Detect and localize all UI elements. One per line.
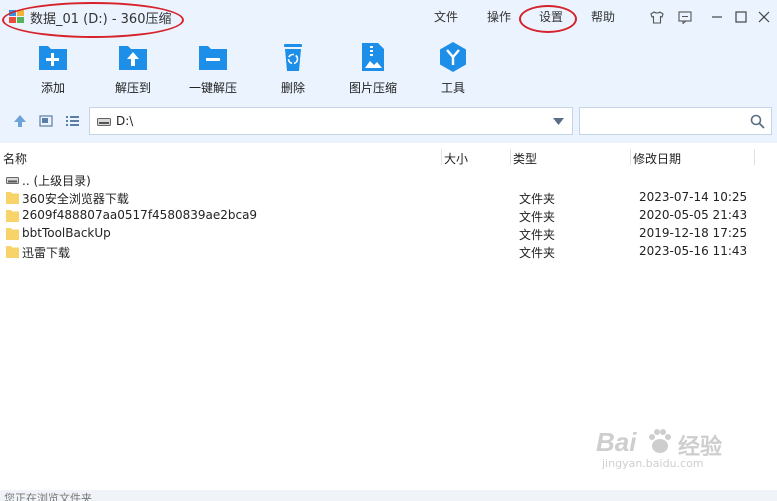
one-click-extract-button[interactable]: 一键解压 bbox=[177, 40, 249, 96]
table-row[interactable]: bbtToolBackUp 文件夹 2019-12-18 17:25 bbox=[0, 225, 760, 243]
column-modified[interactable]: 修改日期 bbox=[633, 150, 681, 167]
delete-icon bbox=[284, 44, 302, 71]
list-view-icon[interactable] bbox=[64, 113, 80, 129]
file-modified: 2023-05-16 11:43 bbox=[639, 244, 748, 258]
column-header: 名称 大小 类型 修改日期 bbox=[0, 147, 777, 167]
column-divider[interactable] bbox=[630, 149, 631, 165]
file-name: 迅雷下载 bbox=[22, 246, 71, 260]
parent-directory-row[interactable]: .. (上级目录) bbox=[0, 171, 760, 189]
watermark-url: jingyan.baidu.com bbox=[602, 457, 704, 470]
extract-to-button[interactable]: 解压到 bbox=[97, 40, 169, 96]
address-bar[interactable]: D:\ bbox=[89, 107, 573, 135]
tools-label: 工具 bbox=[440, 81, 465, 95]
thumbnail-view-icon[interactable] bbox=[38, 113, 54, 129]
one-click-extract-icon bbox=[199, 46, 227, 70]
add-label: 添加 bbox=[40, 81, 65, 95]
maximize-icon bbox=[735, 11, 747, 23]
file-type: 文件夹 bbox=[519, 192, 556, 206]
delete-button[interactable]: 删除 bbox=[257, 40, 329, 96]
file-type: 文件夹 bbox=[519, 246, 556, 260]
minimize-button[interactable] bbox=[708, 8, 726, 26]
address-path: D:\ bbox=[116, 114, 134, 128]
status-text: 您正在浏览文件夹 bbox=[4, 492, 92, 501]
file-name: 2609f488807aa0517f4580839ae2bca9 bbox=[22, 208, 258, 222]
watermark-brand: Bai bbox=[596, 427, 637, 457]
column-divider[interactable] bbox=[754, 149, 755, 165]
tools-button[interactable]: 工具 bbox=[417, 40, 489, 96]
file-modified: 2023-07-14 10:25 bbox=[639, 190, 748, 204]
search-icon[interactable] bbox=[750, 114, 765, 129]
window-title: 数据_01 (D:) - 360压缩 bbox=[30, 12, 172, 27]
message-icon bbox=[678, 10, 692, 24]
file-name: bbtToolBackUp bbox=[22, 226, 111, 240]
extract-to-label: 解压到 bbox=[114, 81, 151, 95]
column-name[interactable]: 名称 bbox=[3, 150, 27, 167]
menu-operation[interactable]: 操作 bbox=[487, 8, 511, 25]
file-type: 文件夹 bbox=[519, 210, 556, 224]
image-compress-icon bbox=[362, 43, 384, 71]
file-modified: 2019-12-18 17:25 bbox=[639, 226, 748, 240]
menu-settings[interactable]: 设置 bbox=[539, 8, 563, 25]
folder-icon bbox=[6, 192, 19, 204]
add-icon bbox=[39, 46, 67, 70]
skin-button[interactable] bbox=[648, 8, 666, 26]
table-row[interactable]: 2609f488807aa0517f4580839ae2bca9 文件夹 202… bbox=[0, 207, 760, 225]
baidu-jingyan-watermark: Bai 经验 jingyan.baidu.com bbox=[590, 415, 740, 485]
up-arrow-icon[interactable] bbox=[12, 113, 28, 129]
status-bar: 您正在浏览文件夹 bbox=[0, 490, 777, 501]
shirt-icon bbox=[650, 10, 664, 24]
drive-icon bbox=[97, 118, 111, 126]
delete-label: 删除 bbox=[280, 81, 305, 95]
menu-help[interactable]: 帮助 bbox=[591, 8, 615, 25]
parent-directory-label: .. (上级目录) bbox=[22, 174, 91, 188]
close-icon bbox=[758, 11, 770, 23]
app-logo-icon bbox=[9, 10, 24, 23]
drive-icon bbox=[6, 177, 19, 184]
tools-icon bbox=[440, 42, 466, 72]
title-toolbar-area: 数据_01 (D:) - 360压缩 文件 操作 设置 帮助 添加 解压到 一键… bbox=[0, 0, 777, 143]
folder-icon bbox=[6, 246, 19, 258]
paw-icon bbox=[649, 429, 671, 453]
column-size[interactable]: 大小 bbox=[444, 150, 468, 167]
chevron-down-icon[interactable] bbox=[553, 118, 564, 125]
file-type: 文件夹 bbox=[519, 228, 556, 242]
file-name: 360安全浏览器下载 bbox=[22, 192, 129, 206]
extract-to-icon bbox=[119, 46, 147, 70]
maximize-button[interactable] bbox=[732, 8, 750, 26]
add-button[interactable]: 添加 bbox=[17, 40, 89, 96]
close-button[interactable] bbox=[755, 8, 773, 26]
folder-icon bbox=[6, 210, 19, 222]
menu-file[interactable]: 文件 bbox=[434, 8, 458, 25]
one-click-extract-label: 一键解压 bbox=[188, 81, 237, 95]
column-divider[interactable] bbox=[441, 149, 442, 165]
table-row[interactable]: 360安全浏览器下载 文件夹 2023-07-14 10:25 bbox=[0, 189, 760, 207]
folder-icon bbox=[6, 228, 19, 240]
column-type[interactable]: 类型 bbox=[513, 150, 537, 167]
minimize-icon bbox=[712, 16, 722, 18]
table-row[interactable]: 迅雷下载 文件夹 2023-05-16 11:43 bbox=[0, 243, 760, 261]
image-compress-label: 图片压缩 bbox=[348, 81, 397, 95]
file-modified: 2020-05-05 21:43 bbox=[639, 208, 748, 222]
feedback-button[interactable] bbox=[676, 8, 694, 26]
search-input[interactable] bbox=[579, 107, 772, 135]
column-divider[interactable] bbox=[510, 149, 511, 165]
image-compress-button[interactable]: 图片压缩 bbox=[337, 40, 409, 96]
